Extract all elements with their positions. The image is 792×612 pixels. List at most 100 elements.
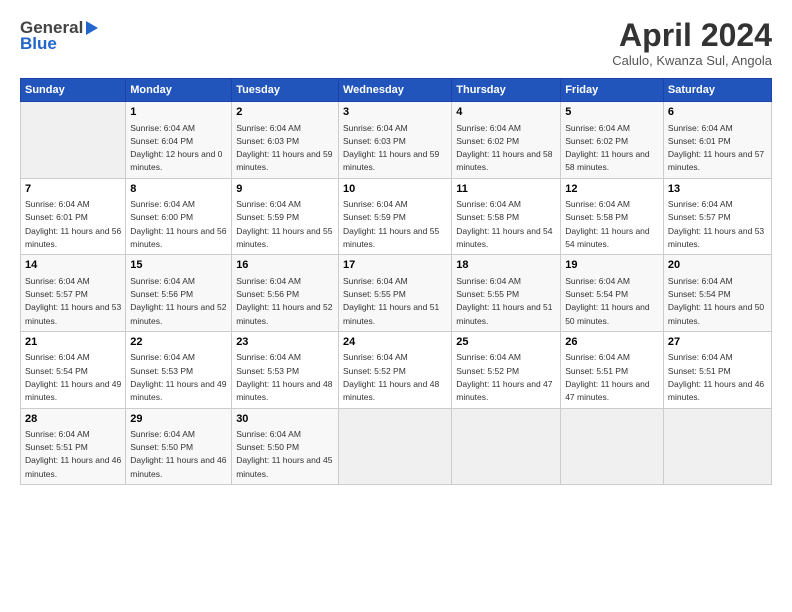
page: General Blue April 2024 Calulo, Kwanza S… [0, 0, 792, 612]
cell-1-3: 2 Sunrise: 6:04 AMSunset: 6:03 PMDayligh… [232, 102, 339, 179]
day-number: 22 [130, 335, 227, 350]
day-number: 1 [130, 105, 227, 120]
day-number: 26 [565, 335, 659, 350]
day-number: 12 [565, 182, 659, 197]
cell-content: Sunrise: 6:04 AMSunset: 5:57 PMDaylight:… [25, 276, 121, 326]
day-number: 13 [668, 182, 767, 197]
cell-4-5: 25 Sunrise: 6:04 AMSunset: 5:52 PMDaylig… [452, 331, 561, 408]
day-number: 3 [343, 105, 447, 120]
cell-content: Sunrise: 6:04 AMSunset: 5:53 PMDaylight:… [130, 352, 226, 402]
day-number: 30 [236, 412, 334, 427]
cell-content: Sunrise: 6:04 AMSunset: 5:53 PMDaylight:… [236, 352, 332, 402]
day-number: 21 [25, 335, 121, 350]
cell-3-6: 19 Sunrise: 6:04 AMSunset: 5:54 PMDaylig… [561, 255, 664, 332]
day-header-wednesday: Wednesday [338, 79, 451, 102]
day-number: 16 [236, 258, 334, 273]
cell-content: Sunrise: 6:04 AMSunset: 5:52 PMDaylight:… [343, 352, 439, 402]
day-number: 2 [236, 105, 334, 120]
day-number: 18 [456, 258, 556, 273]
cell-3-7: 20 Sunrise: 6:04 AMSunset: 5:54 PMDaylig… [663, 255, 771, 332]
cell-5-4 [338, 408, 451, 485]
cell-4-2: 22 Sunrise: 6:04 AMSunset: 5:53 PMDaylig… [126, 331, 232, 408]
day-number: 20 [668, 258, 767, 273]
day-number: 25 [456, 335, 556, 350]
week-row-3: 14 Sunrise: 6:04 AMSunset: 5:57 PMDaylig… [21, 255, 772, 332]
logo-blue: Blue [20, 34, 57, 54]
cell-content: Sunrise: 6:04 AMSunset: 6:03 PMDaylight:… [236, 123, 332, 173]
day-number: 29 [130, 412, 227, 427]
cell-1-5: 4 Sunrise: 6:04 AMSunset: 6:02 PMDayligh… [452, 102, 561, 179]
cell-content: Sunrise: 6:04 AMSunset: 5:57 PMDaylight:… [668, 199, 764, 249]
week-row-2: 7 Sunrise: 6:04 AMSunset: 6:01 PMDayligh… [21, 178, 772, 255]
month-title: April 2024 [612, 18, 772, 53]
cell-content: Sunrise: 6:04 AMSunset: 5:58 PMDaylight:… [565, 199, 649, 249]
cell-1-2: 1 Sunrise: 6:04 AMSunset: 6:04 PMDayligh… [126, 102, 232, 179]
cell-2-3: 9 Sunrise: 6:04 AMSunset: 5:59 PMDayligh… [232, 178, 339, 255]
cell-content: Sunrise: 6:04 AMSunset: 5:58 PMDaylight:… [456, 199, 552, 249]
cell-content: Sunrise: 6:04 AMSunset: 5:59 PMDaylight:… [343, 199, 439, 249]
day-number: 23 [236, 335, 334, 350]
cell-4-1: 21 Sunrise: 6:04 AMSunset: 5:54 PMDaylig… [21, 331, 126, 408]
header: General Blue April 2024 Calulo, Kwanza S… [20, 18, 772, 68]
cell-5-7 [663, 408, 771, 485]
cell-1-6: 5 Sunrise: 6:04 AMSunset: 6:02 PMDayligh… [561, 102, 664, 179]
cell-content: Sunrise: 6:04 AMSunset: 5:54 PMDaylight:… [25, 352, 121, 402]
cell-content: Sunrise: 6:04 AMSunset: 6:04 PMDaylight:… [130, 123, 222, 173]
cell-content: Sunrise: 6:04 AMSunset: 6:02 PMDaylight:… [565, 123, 649, 173]
cell-4-7: 27 Sunrise: 6:04 AMSunset: 5:51 PMDaylig… [663, 331, 771, 408]
cell-1-4: 3 Sunrise: 6:04 AMSunset: 6:03 PMDayligh… [338, 102, 451, 179]
header-row: SundayMondayTuesdayWednesdayThursdayFrid… [21, 79, 772, 102]
logo: General Blue [20, 18, 98, 54]
cell-content: Sunrise: 6:04 AMSunset: 5:55 PMDaylight:… [343, 276, 439, 326]
day-header-monday: Monday [126, 79, 232, 102]
cell-2-1: 7 Sunrise: 6:04 AMSunset: 6:01 PMDayligh… [21, 178, 126, 255]
week-row-5: 28 Sunrise: 6:04 AMSunset: 5:51 PMDaylig… [21, 408, 772, 485]
day-number: 28 [25, 412, 121, 427]
day-number: 8 [130, 182, 227, 197]
cell-4-6: 26 Sunrise: 6:04 AMSunset: 5:51 PMDaylig… [561, 331, 664, 408]
cell-content: Sunrise: 6:04 AMSunset: 5:55 PMDaylight:… [456, 276, 552, 326]
week-row-4: 21 Sunrise: 6:04 AMSunset: 5:54 PMDaylig… [21, 331, 772, 408]
week-row-1: 1 Sunrise: 6:04 AMSunset: 6:04 PMDayligh… [21, 102, 772, 179]
day-number: 15 [130, 258, 227, 273]
location: Calulo, Kwanza Sul, Angola [612, 53, 772, 68]
cell-1-7: 6 Sunrise: 6:04 AMSunset: 6:01 PMDayligh… [663, 102, 771, 179]
cell-content: Sunrise: 6:04 AMSunset: 5:56 PMDaylight:… [236, 276, 332, 326]
day-number: 11 [456, 182, 556, 197]
cell-2-2: 8 Sunrise: 6:04 AMSunset: 6:00 PMDayligh… [126, 178, 232, 255]
day-header-thursday: Thursday [452, 79, 561, 102]
day-number: 14 [25, 258, 121, 273]
cell-3-1: 14 Sunrise: 6:04 AMSunset: 5:57 PMDaylig… [21, 255, 126, 332]
cell-2-6: 12 Sunrise: 6:04 AMSunset: 5:58 PMDaylig… [561, 178, 664, 255]
cell-content: Sunrise: 6:04 AMSunset: 6:01 PMDaylight:… [25, 199, 121, 249]
day-number: 6 [668, 105, 767, 120]
calendar-table: SundayMondayTuesdayWednesdayThursdayFrid… [20, 78, 772, 485]
cell-2-7: 13 Sunrise: 6:04 AMSunset: 5:57 PMDaylig… [663, 178, 771, 255]
day-number: 27 [668, 335, 767, 350]
cell-content: Sunrise: 6:04 AMSunset: 6:02 PMDaylight:… [456, 123, 552, 173]
day-number: 9 [236, 182, 334, 197]
cell-content: Sunrise: 6:04 AMSunset: 6:00 PMDaylight:… [130, 199, 226, 249]
day-number: 19 [565, 258, 659, 273]
cell-content: Sunrise: 6:04 AMSunset: 6:01 PMDaylight:… [668, 123, 764, 173]
title-block: April 2024 Calulo, Kwanza Sul, Angola [612, 18, 772, 68]
day-header-saturday: Saturday [663, 79, 771, 102]
cell-5-5 [452, 408, 561, 485]
cell-content: Sunrise: 6:04 AMSunset: 5:50 PMDaylight:… [236, 429, 332, 479]
day-header-friday: Friday [561, 79, 664, 102]
cell-5-6 [561, 408, 664, 485]
cell-5-3: 30 Sunrise: 6:04 AMSunset: 5:50 PMDaylig… [232, 408, 339, 485]
cell-content: Sunrise: 6:04 AMSunset: 5:51 PMDaylight:… [565, 352, 649, 402]
day-number: 17 [343, 258, 447, 273]
cell-content: Sunrise: 6:04 AMSunset: 6:03 PMDaylight:… [343, 123, 439, 173]
cell-content: Sunrise: 6:04 AMSunset: 5:50 PMDaylight:… [130, 429, 226, 479]
day-header-sunday: Sunday [21, 79, 126, 102]
cell-content: Sunrise: 6:04 AMSunset: 5:54 PMDaylight:… [668, 276, 764, 326]
logo-arrow-icon [86, 21, 98, 35]
cell-content: Sunrise: 6:04 AMSunset: 5:59 PMDaylight:… [236, 199, 332, 249]
day-number: 10 [343, 182, 447, 197]
cell-4-3: 23 Sunrise: 6:04 AMSunset: 5:53 PMDaylig… [232, 331, 339, 408]
day-header-tuesday: Tuesday [232, 79, 339, 102]
cell-content: Sunrise: 6:04 AMSunset: 5:51 PMDaylight:… [25, 429, 121, 479]
cell-content: Sunrise: 6:04 AMSunset: 5:51 PMDaylight:… [668, 352, 764, 402]
